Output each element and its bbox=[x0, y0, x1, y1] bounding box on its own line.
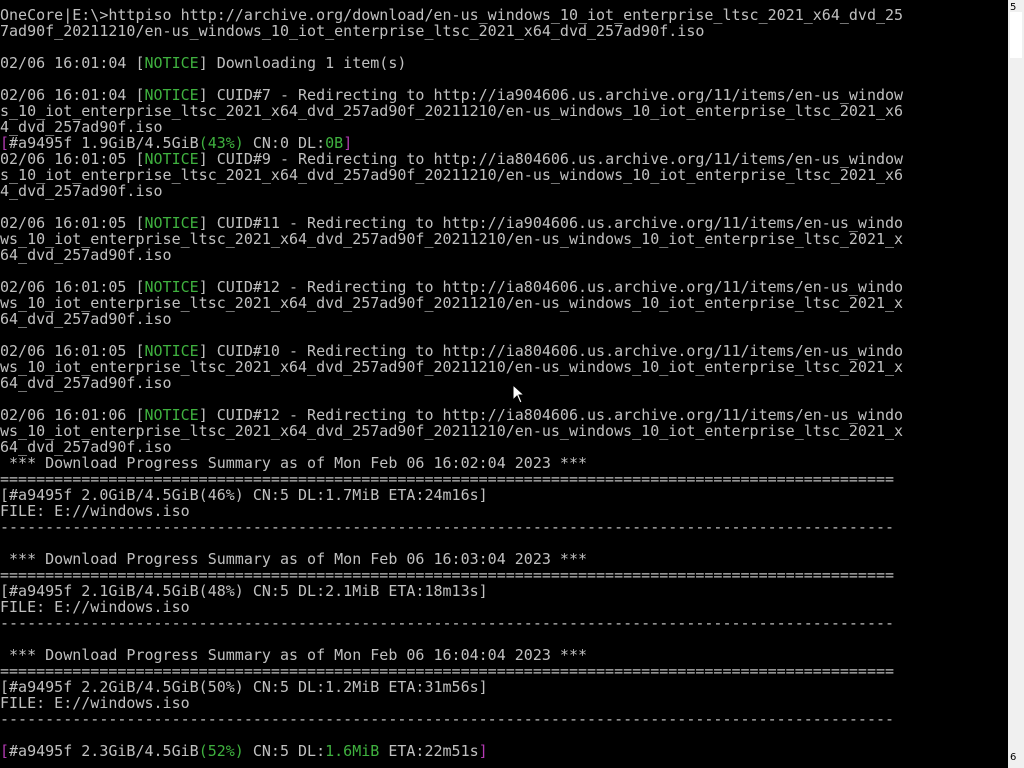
terminal-line: ----------------------------------------… bbox=[0, 711, 903, 727]
terminal-line: 02/06 16:01:06 [NOTICE] CUID#12 - Redire… bbox=[0, 407, 903, 423]
terminal-line: FILE: E://windows.iso bbox=[0, 599, 903, 615]
terminal-line: *** Download Progress Summary as of Mon … bbox=[0, 551, 903, 567]
line-text: ----------------------------------------… bbox=[0, 710, 895, 728]
terminal-line: [#a9495f 2.1GiB/4.5GiB(48%) CN:5 DL:2.1M… bbox=[0, 583, 903, 599]
notice-tag: NOTICE bbox=[144, 54, 199, 72]
terminal-line: 7ad90f_20211210/en-us_windows_10_iot_ent… bbox=[0, 23, 903, 39]
terminal-line: 02/06 16:01:05 [NOTICE] CUID#11 - Redire… bbox=[0, 215, 903, 231]
terminal-line: 02/06 16:01:04 [NOTICE] CUID#7 - Redirec… bbox=[0, 87, 903, 103]
line-text: ----------------------------------------… bbox=[0, 614, 895, 632]
terminal-line: ----------------------------------------… bbox=[0, 519, 903, 535]
line-text: 4_dvd_257ad90f.iso bbox=[0, 182, 163, 200]
line-text: 7ad90f_20211210/en-us_windows_10_iot_ent… bbox=[0, 22, 705, 40]
terminal-line: ws_10_iot_enterprise_ltsc_2021_x64_dvd_2… bbox=[0, 231, 903, 247]
line-text: 02/06 16:01:04 [ bbox=[0, 54, 145, 72]
terminal-line: [#a9495f 1.9GiB/4.5GiB(43%) CN:0 DL:0B] bbox=[0, 135, 903, 151]
terminal-window[interactable]: OneCore|E:\>httpiso http://archive.org/d… bbox=[0, 0, 1008, 768]
terminal-line: 64_dvd_257ad90f.iso bbox=[0, 247, 903, 263]
terminal-line: 64_dvd_257ad90f.iso bbox=[0, 439, 903, 455]
line-text: (52%) bbox=[198, 742, 244, 760]
terminal-line: *** Download Progress Summary as of Mon … bbox=[0, 455, 903, 471]
terminal-line: s_10_iot_enterprise_ltsc_2021_x64_dvd_25… bbox=[0, 167, 903, 183]
terminal-line: s_10_iot_enterprise_ltsc_2021_x64_dvd_25… bbox=[0, 103, 903, 119]
scrollbar-thumb[interactable] bbox=[1010, 12, 1022, 58]
terminal-line: [#a9495f 2.3GiB/4.5GiB(52%) CN:5 DL:1.6M… bbox=[0, 743, 903, 759]
line-text: 1.6MiB bbox=[325, 742, 380, 760]
terminal-line: *** Download Progress Summary as of Mon … bbox=[0, 647, 903, 663]
line-text: ETA:22m51s bbox=[379, 742, 479, 760]
mouse-pointer-icon bbox=[512, 384, 526, 404]
terminal-line: ========================================… bbox=[0, 567, 903, 583]
terminal-line: ws_10_iot_enterprise_ltsc_2021_x64_dvd_2… bbox=[0, 423, 903, 439]
terminal-line: ws_10_iot_enterprise_ltsc_2021_x64_dvd_2… bbox=[0, 295, 903, 311]
terminal-line: 64_dvd_257ad90f.iso bbox=[0, 311, 903, 327]
terminal-line: 64_dvd_257ad90f.iso bbox=[0, 375, 903, 391]
terminal-line: [#a9495f 2.0GiB/4.5GiB(46%) CN:5 DL:1.7M… bbox=[0, 487, 903, 503]
terminal-line: [#a9495f 2.2GiB/4.5GiB(50%) CN:5 DL:1.2M… bbox=[0, 679, 903, 695]
terminal-line: ws_10_iot_enterprise_ltsc_2021_x64_dvd_2… bbox=[0, 359, 903, 375]
line-text: 64_dvd_257ad90f.iso bbox=[0, 246, 172, 264]
terminal-line: OneCore|E:\>httpiso http://archive.org/d… bbox=[0, 7, 903, 23]
line-text: ] Downloading 1 item(s) bbox=[198, 54, 407, 72]
line-text: 64_dvd_257ad90f.iso bbox=[0, 374, 172, 392]
line-text: CN:5 DL: bbox=[243, 742, 326, 760]
terminal-line: ----------------------------------------… bbox=[0, 615, 903, 631]
terminal-line: FILE: E://windows.iso bbox=[0, 695, 903, 711]
terminal-line: 02/06 16:01:05 [NOTICE] CUID#12 - Redire… bbox=[0, 279, 903, 295]
line-text: #a9495f 2.3GiB/4.5GiB bbox=[9, 742, 199, 760]
line-text: [ bbox=[0, 742, 10, 760]
terminal-line: 02/06 16:01:05 [NOTICE] CUID#9 - Redirec… bbox=[0, 151, 903, 167]
terminal-line: 4_dvd_257ad90f.iso bbox=[0, 119, 903, 135]
terminal-line: 4_dvd_257ad90f.iso bbox=[0, 183, 903, 199]
scrollbar-top-label: 5 bbox=[1010, 2, 1017, 13]
terminal-line: ========================================… bbox=[0, 471, 903, 487]
terminal-line: 02/06 16:01:05 [NOTICE] CUID#10 - Redire… bbox=[0, 343, 903, 359]
terminal-output: OneCore|E:\>httpiso http://archive.org/d… bbox=[0, 7, 903, 759]
line-text: ----------------------------------------… bbox=[0, 518, 895, 536]
line-text: ] bbox=[478, 742, 488, 760]
terminal-line: ========================================… bbox=[0, 663, 903, 679]
vertical-scrollbar[interactable] bbox=[1008, 0, 1024, 768]
line-text: 64_dvd_257ad90f.iso bbox=[0, 310, 172, 328]
scrollbar-bottom-label: 6 bbox=[1010, 752, 1017, 763]
terminal-line: 02/06 16:01:04 [NOTICE] Downloading 1 it… bbox=[0, 55, 903, 71]
terminal-line: FILE: E://windows.iso bbox=[0, 503, 903, 519]
